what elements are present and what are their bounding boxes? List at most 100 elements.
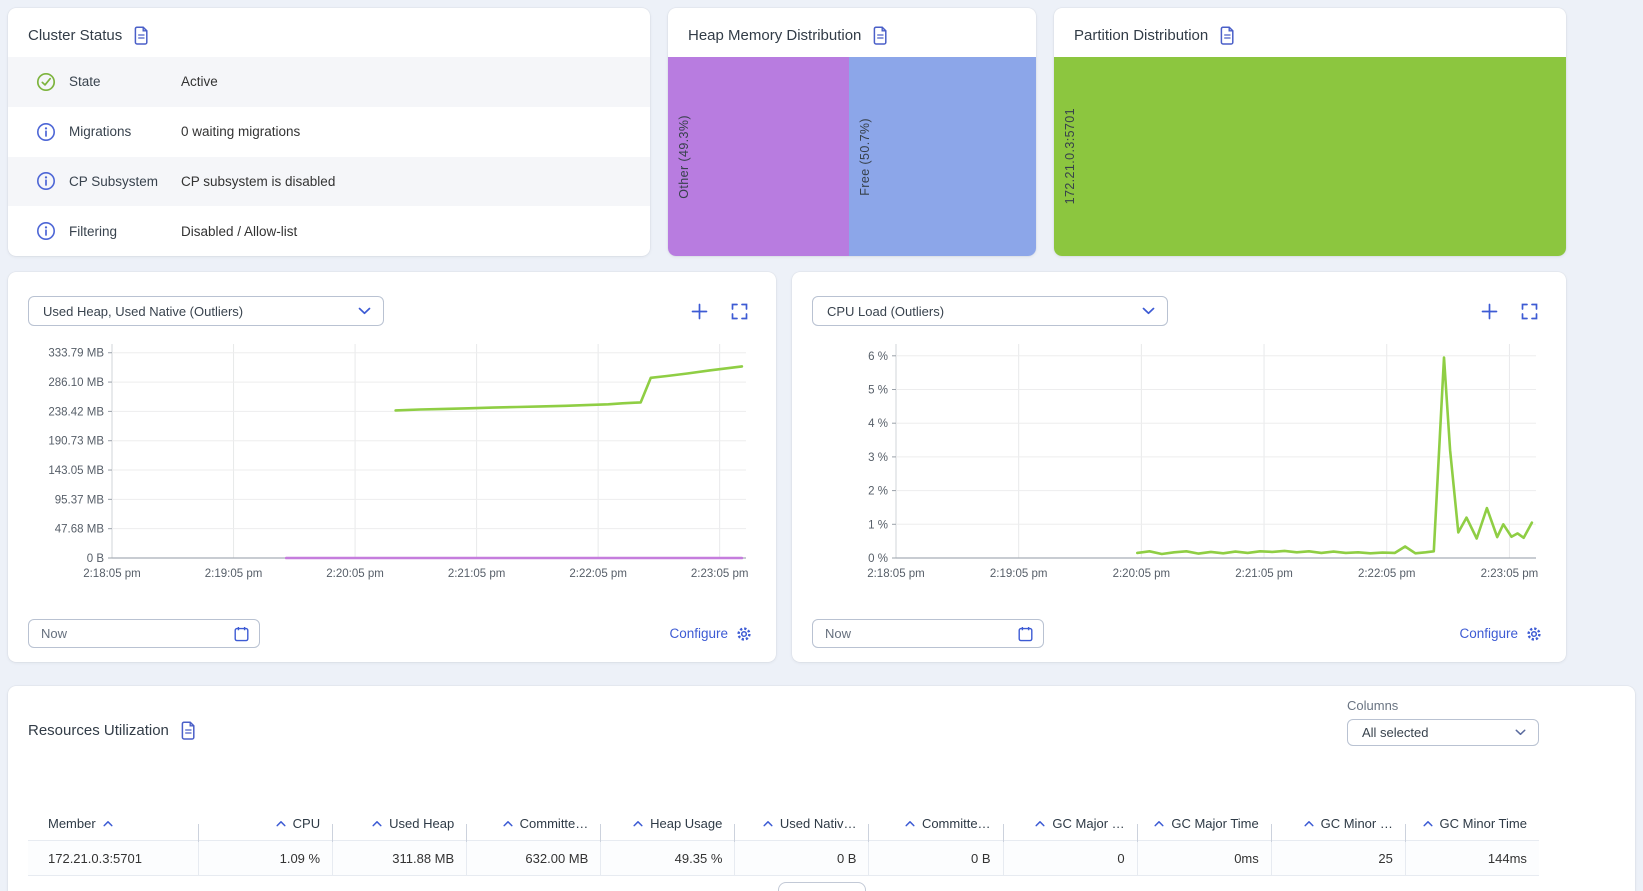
column-header-gc-major-[interactable]: GC Major …	[1002, 816, 1137, 842]
svg-text:5 %: 5 %	[868, 384, 888, 396]
cluster-status-rows: State Active Migrations 0 waiting migration…	[8, 57, 650, 256]
svg-text:286.10 MB: 286.10 MB	[48, 377, 104, 389]
chart-actions	[691, 303, 748, 320]
column-header-committe-[interactable]: Committe…	[466, 815, 600, 842]
column-header-used-nativ-[interactable]: Used Nativ…	[734, 815, 868, 842]
cluster-row-value: CP subsystem is disabled	[181, 173, 336, 189]
column-header-heap-usage[interactable]: Heap Usage	[600, 815, 734, 842]
column-header-used-heap[interactable]: Used Heap	[332, 815, 466, 842]
metric-select-value: CPU Load (Outliers)	[827, 303, 945, 319]
cluster-status-card: Cluster Status State Active Migrations 0 wa…	[8, 8, 650, 256]
fullscreen-icon[interactable]	[1521, 303, 1538, 320]
sort-caret-icon	[633, 820, 643, 827]
svg-text:0 %: 0 %	[868, 553, 888, 565]
cluster-status-row: CP Subsystem CP subsystem is disabled	[8, 156, 650, 207]
heap-segment-label: Free (50.7%)	[858, 117, 873, 196]
sort-caret-icon	[1422, 820, 1433, 827]
cluster-row-label: State	[69, 74, 101, 90]
resources-card: Resources Utilization Columns All select…	[8, 686, 1635, 891]
column-label: Used Nativ…	[779, 815, 857, 831]
chart-actions	[1481, 303, 1538, 320]
info-circle-icon	[36, 122, 56, 142]
partition-header: Partition Distribution	[1054, 8, 1566, 57]
cluster-row-value: 0 waiting migrations	[181, 124, 301, 140]
heap-chart-card: Used Heap, Used Native (Outliers) 2:18:0…	[8, 272, 776, 662]
configure-label: Configure	[669, 626, 728, 641]
sort-caret-icon	[1035, 820, 1045, 827]
partition-card: Partition Distribution 172.21.0.3:5701	[1054, 8, 1566, 256]
svg-text:190.73 MB: 190.73 MB	[48, 436, 104, 448]
document-icon[interactable]	[872, 26, 889, 45]
charts-row: Used Heap, Used Native (Outliers) 2:18:0…	[0, 256, 1643, 662]
document-icon[interactable]	[133, 26, 150, 45]
pagination-control[interactable]	[777, 882, 866, 891]
chevron-down-icon	[1515, 729, 1526, 736]
sort-caret-icon	[905, 820, 915, 827]
time-input[interactable]: Now	[28, 619, 260, 648]
sort-caret-icon	[1304, 820, 1314, 827]
svg-text:6 %: 6 %	[868, 351, 888, 363]
chart-footer: Now Configure	[28, 619, 756, 648]
table-cell: 144ms	[1404, 841, 1539, 875]
time-input-value: Now	[41, 626, 68, 641]
configure-label: Configure	[1459, 626, 1518, 641]
sort-caret-icon	[503, 820, 513, 827]
document-icon[interactable]	[180, 721, 197, 740]
cluster-status-header: Cluster Status	[8, 8, 650, 57]
cluster-status-row: Migrations 0 waiting migrations	[8, 107, 650, 157]
add-chart-icon[interactable]	[691, 303, 708, 320]
column-header-gc-minor-[interactable]: GC Minor …	[1270, 816, 1405, 842]
sort-caret-icon	[1154, 820, 1164, 827]
cluster-row-label: Migrations	[69, 124, 132, 140]
metric-select[interactable]: CPU Load (Outliers)	[812, 296, 1168, 326]
column-label: Heap Usage	[650, 815, 723, 831]
resources-title: Resources Utilization	[28, 722, 169, 739]
sort-caret-icon	[372, 820, 382, 827]
svg-text:2:18:05 pm: 2:18:05 pm	[867, 568, 925, 580]
configure-button[interactable]: Configure	[1459, 626, 1542, 642]
svg-text:2:22:05 pm: 2:22:05 pm	[1358, 568, 1416, 580]
fullscreen-icon[interactable]	[731, 303, 748, 320]
column-header-member[interactable]: Member	[28, 816, 198, 831]
partition-segment: 172.21.0.3:5701	[1054, 57, 1566, 256]
column-header-cpu[interactable]: CPU	[198, 816, 332, 842]
svg-text:2:21:05 pm: 2:21:05 pm	[448, 568, 506, 580]
time-input[interactable]: Now	[812, 619, 1044, 648]
cluster-status-row: State Active	[8, 57, 650, 107]
heap-memory-title: Heap Memory Distribution	[688, 27, 862, 44]
column-header-gc-major-time[interactable]: GC Major Time	[1136, 816, 1271, 842]
table-cell: 49.35 %	[600, 841, 734, 875]
check-circle-icon	[36, 72, 56, 92]
column-header-committe-[interactable]: Committe…	[868, 816, 1002, 842]
chart-footer: Now Configure	[812, 619, 1546, 648]
document-icon[interactable]	[1219, 26, 1236, 45]
calendar-icon	[234, 626, 249, 642]
sort-caret-icon	[103, 820, 113, 827]
svg-text:3 %: 3 %	[868, 452, 888, 464]
cluster-status-row: Filtering Disabled / Allow-list	[8, 206, 650, 256]
heap-segment: Free (50.7%)	[849, 57, 1036, 256]
sort-caret-icon	[276, 820, 286, 827]
gear-icon	[1526, 626, 1542, 642]
configure-button[interactable]: Configure	[669, 626, 752, 642]
svg-text:2:23:05 pm: 2:23:05 pm	[691, 568, 749, 580]
svg-text:143.05 MB: 143.05 MB	[48, 465, 104, 477]
calendar-icon	[1018, 626, 1033, 642]
column-label: Used Heap	[389, 815, 455, 831]
partition-bars: 172.21.0.3:5701	[1054, 57, 1566, 256]
chart-canvas: 2:18:05 pm 2:19:05 pm 2:20:05 pm 2:21:05 pm…	[28, 338, 756, 617]
column-label: Member	[48, 815, 96, 831]
chart-toolbar: CPU Load (Outliers)	[812, 296, 1546, 326]
heap-segment-label: Other (49.3%)	[677, 114, 691, 199]
column-header-gc-minor-time[interactable]: GC Minor Time	[1404, 816, 1539, 842]
add-chart-icon[interactable]	[1481, 303, 1498, 320]
cluster-row-value: Active	[181, 74, 218, 90]
svg-text:2 %: 2 %	[868, 486, 888, 498]
info-circle-icon	[36, 171, 56, 191]
column-label: Committe…	[519, 815, 589, 831]
line-chart-svg: 2:18:05 pm 2:19:05 pm 2:20:05 pm 2:21:05 pm…	[48, 344, 749, 580]
svg-text:2:19:05 pm: 2:19:05 pm	[205, 568, 263, 580]
heap-bars: Other (49.3%) Free (50.7%)	[668, 57, 1036, 256]
columns-select[interactable]: All selected	[1347, 719, 1539, 746]
metric-select[interactable]: Used Heap, Used Native (Outliers)	[28, 296, 384, 326]
